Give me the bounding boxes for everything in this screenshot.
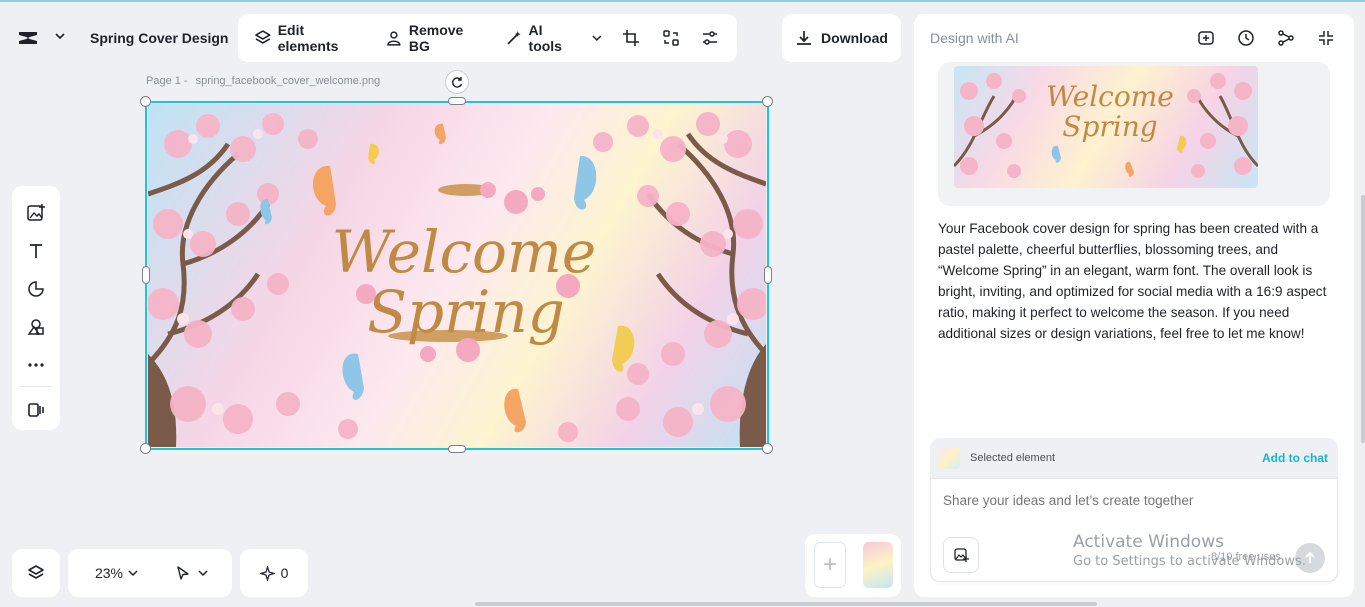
rotate-handle-icon[interactable] — [445, 70, 469, 94]
add-page-button[interactable]: + — [814, 542, 846, 588]
resize-handle-bottom-right[interactable] — [762, 443, 773, 454]
page-label: Page 1 - spring_facebook_cover_welcome.p… — [146, 75, 380, 87]
sparkle-icon — [259, 565, 275, 581]
selected-element-label: Selected element — [970, 452, 1055, 464]
resize-handle-top-right[interactable] — [762, 96, 773, 107]
magic-wand-icon — [507, 31, 521, 45]
preview-card: Welcome Spring — [938, 62, 1330, 206]
left-toolbar — [12, 186, 60, 430]
project-title[interactable]: Spring Cover Design — [90, 30, 228, 46]
header-brand: Spring Cover Design — [14, 22, 228, 54]
arrange-icon[interactable] — [654, 21, 687, 55]
layers-icon — [28, 565, 44, 579]
chevron-down-icon — [198, 570, 208, 577]
selected-element-bar: Selected element Add to chat — [930, 438, 1338, 478]
ai-panel: Design with AI Welcome Spring Your Faceb… — [914, 14, 1354, 597]
new-chat-icon[interactable] — [1192, 24, 1220, 52]
download-button[interactable]: Download — [782, 14, 901, 62]
resize-handle-left[interactable] — [142, 266, 150, 284]
selected-element-thumbnail — [938, 447, 960, 469]
pointer-select[interactable] — [162, 565, 222, 581]
add-to-chat-button[interactable]: Add to chat — [1262, 451, 1328, 465]
resize-handle-bottom-left[interactable] — [140, 443, 151, 454]
resize-handle-right[interactable] — [764, 266, 772, 284]
zoom-select[interactable]: 23% — [78, 565, 156, 581]
ai-tools-label: AI tools — [528, 22, 562, 54]
page-number: Page 1 - — [146, 75, 188, 87]
shapes-icon[interactable] — [18, 270, 54, 308]
chat-input-box: 8/10 free uses — [930, 478, 1338, 582]
ai-tools-button[interactable]: AI tools — [499, 21, 609, 55]
remove-bg-button[interactable]: Remove BG — [379, 21, 493, 55]
resize-handle-top[interactable] — [448, 97, 466, 105]
zoom-controls: 23% — [68, 549, 232, 597]
person-icon — [387, 31, 401, 46]
top-toolbar: Edit elements Remove BG AI tools — [238, 14, 737, 62]
toolbar-divider — [20, 386, 52, 387]
generated-preview-image[interactable]: Welcome Spring — [954, 66, 1258, 188]
history-clock-icon[interactable] — [1232, 24, 1260, 52]
elements-icon[interactable] — [18, 308, 54, 346]
page-thumbnail[interactable] — [863, 542, 893, 588]
crop-icon[interactable] — [615, 21, 648, 55]
history-count: 0 — [280, 565, 289, 581]
resize-handle-bottom[interactable] — [448, 445, 466, 453]
add-image-icon[interactable] — [18, 194, 54, 232]
page-filename[interactable]: spring_facebook_cover_welcome.png — [196, 75, 381, 87]
video-icon[interactable] — [18, 391, 54, 429]
layers-button[interactable] — [12, 549, 60, 597]
download-icon — [797, 31, 812, 45]
collapse-icon[interactable] — [1312, 24, 1340, 52]
history-button[interactable]: 0 — [240, 549, 308, 597]
more-tools-icon[interactable] — [18, 346, 54, 384]
ai-response-message: Your Facebook cover design for spring ha… — [938, 221, 1327, 341]
edit-elements-label: Edit elements — [277, 22, 339, 54]
chevron-down-icon — [128, 570, 138, 577]
panel-header: Design with AI — [914, 14, 1354, 62]
layers-icon — [255, 30, 271, 44]
panel-title: Design with AI — [930, 30, 1019, 46]
edit-elements-button[interactable]: Edit elements — [248, 21, 373, 55]
selection-frame — [145, 101, 769, 450]
chevron-down-icon — [592, 35, 602, 42]
chat-input[interactable] — [943, 493, 1323, 508]
text-tool-icon[interactable] — [18, 232, 54, 270]
horizontal-scrollbar[interactable] — [475, 602, 1097, 606]
free-uses-counter: 8/10 free uses — [1211, 551, 1281, 563]
cursor-icon — [177, 566, 189, 580]
remove-bg-label: Remove BG — [408, 22, 464, 54]
adjust-sliders-icon[interactable] — [694, 21, 727, 55]
send-arrow-icon[interactable] — [1295, 543, 1325, 573]
top-accent-line — [0, 0, 1365, 2]
preview-welcome: Welcome — [1046, 80, 1174, 113]
panel-scrollbar[interactable] — [1361, 195, 1365, 443]
chevron-down-icon[interactable] — [54, 29, 66, 47]
zoom-value: 23% — [94, 565, 124, 581]
attach-image-icon[interactable] — [943, 537, 979, 573]
preview-spring: Spring — [1062, 110, 1157, 143]
page-thumbnails: + — [805, 534, 901, 597]
resize-handle-top-left[interactable] — [140, 96, 151, 107]
download-label: Download — [821, 30, 888, 46]
share-icon[interactable] — [1272, 24, 1300, 52]
capcut-logo-icon[interactable] — [14, 23, 44, 53]
